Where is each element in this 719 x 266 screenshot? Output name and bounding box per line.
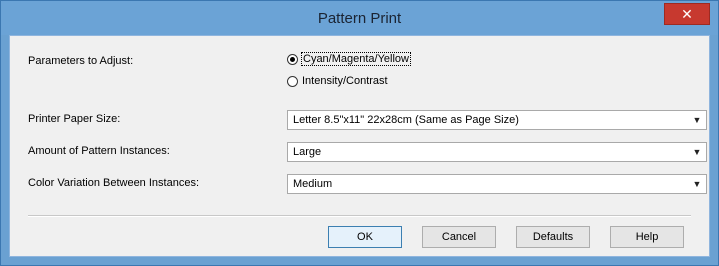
- radio-button-icon[interactable]: [287, 53, 298, 65]
- variation-label: Color Variation Between Instances:: [28, 177, 199, 189]
- chevron-down-icon: ▼: [692, 147, 702, 157]
- ok-button[interactable]: OK: [328, 226, 402, 248]
- radio-label: Cyan/Magenta/Yellow: [301, 52, 411, 66]
- variation-select[interactable]: Medium ▼: [287, 174, 707, 194]
- amount-select[interactable]: Large ▼: [287, 142, 707, 162]
- dialog-title: Pattern Print: [317, 10, 402, 27]
- close-button[interactable]: ✕: [664, 3, 710, 25]
- radio-label: Intensity/Contrast: [302, 75, 388, 87]
- amount-label: Amount of Pattern Instances:: [28, 145, 170, 157]
- radio-button-icon[interactable]: [287, 75, 298, 87]
- paper-size-select[interactable]: Letter 8.5"x11" 22x28cm (Same as Page Si…: [287, 110, 707, 130]
- paper-size-label: Printer Paper Size:: [28, 113, 121, 125]
- pattern-print-dialog: Pattern Print ✕ Parameters to Adjust: Cy…: [0, 0, 719, 266]
- cancel-button[interactable]: Cancel: [422, 226, 496, 248]
- variation-value: Medium: [293, 178, 333, 190]
- dialog-body: Parameters to Adjust: Cyan/Magenta/Yello…: [9, 35, 710, 257]
- close-icon: ✕: [681, 5, 693, 22]
- radio-cyan-magenta-yellow[interactable]: Cyan/Magenta/Yellow: [287, 52, 411, 66]
- title-bar: Pattern Print ✕: [1, 1, 718, 35]
- paper-size-value: Letter 8.5"x11" 22x28cm (Same as Page Si…: [293, 114, 519, 126]
- defaults-button[interactable]: Defaults: [516, 226, 590, 248]
- parameters-label: Parameters to Adjust:: [28, 55, 134, 67]
- help-button[interactable]: Help: [610, 226, 684, 248]
- chevron-down-icon: ▼: [692, 179, 702, 189]
- chevron-down-icon: ▼: [692, 115, 702, 125]
- radio-intensity-contrast[interactable]: Intensity/Contrast: [287, 75, 388, 87]
- amount-value: Large: [293, 146, 322, 158]
- divider: [28, 215, 691, 217]
